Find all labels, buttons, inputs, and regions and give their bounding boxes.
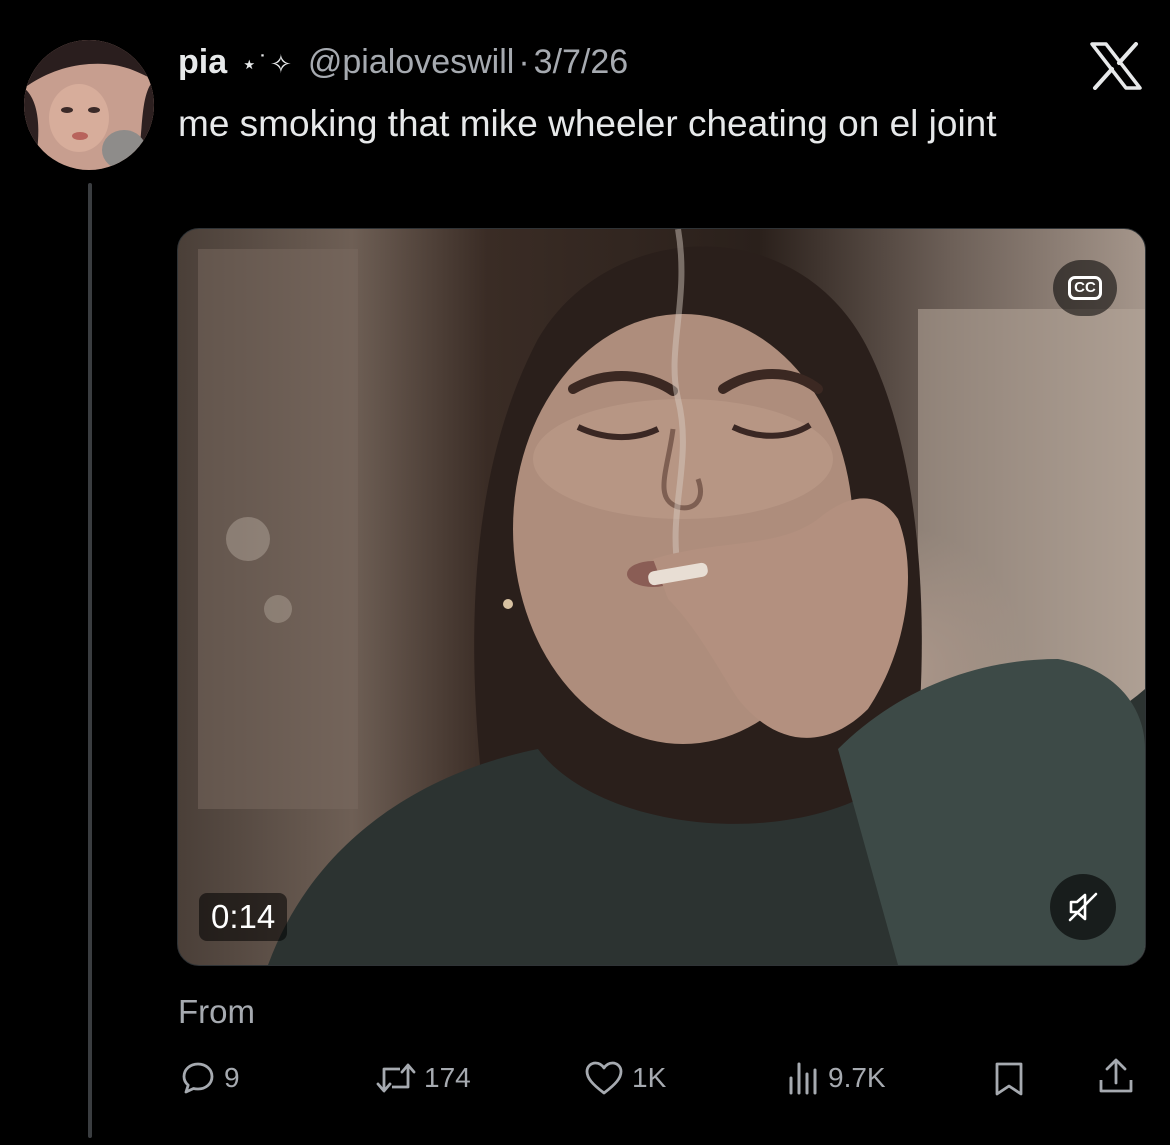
retweet-arrows-icon: [376, 1063, 416, 1093]
tweet-header: pia ⋆˙✧ @pialoveswill · 3/7/26: [178, 40, 628, 86]
closed-captions-icon: CC: [1068, 276, 1102, 300]
video-frame: [198, 229, 1145, 965]
reply-count: 9: [224, 1062, 240, 1093]
avatar[interactable]: [24, 40, 154, 170]
x-logo-icon: [1090, 42, 1142, 90]
bookmark-icon: [995, 1062, 1023, 1096]
retweet-button[interactable]: 174: [376, 1060, 471, 1096]
display-name[interactable]: pia: [178, 40, 227, 84]
share-button[interactable]: [1096, 1056, 1136, 1096]
like-button[interactable]: 1K: [584, 1060, 666, 1096]
avatar-image: [24, 40, 154, 170]
tweet-date[interactable]: 3/7/26: [534, 40, 629, 84]
share-upload-icon: [1099, 1058, 1133, 1093]
closed-captions-button[interactable]: CC: [1053, 260, 1117, 316]
speech-bubble-icon: [182, 1062, 214, 1094]
video-player[interactable]: [177, 228, 1146, 966]
from-attribution: From: [178, 993, 255, 1030]
like-count: 1K: [632, 1062, 667, 1093]
separator-dot: ·: [518, 43, 530, 81]
name-decoration: ⋆˙✧: [241, 49, 294, 79]
view-count: 9.7K: [828, 1062, 886, 1093]
reply-button[interactable]: 9: [180, 1060, 240, 1096]
bar-chart-icon: [789, 1062, 817, 1095]
video-duration-badge: 0:14: [199, 893, 288, 941]
speaker-muted-icon: [1068, 892, 1098, 922]
views-button[interactable]: 9.7K: [786, 1060, 886, 1096]
thread-line: [88, 183, 92, 1138]
heart-icon: [585, 1061, 623, 1095]
user-handle[interactable]: @pialoveswill: [308, 40, 514, 84]
retweet-count: 174: [424, 1062, 471, 1093]
tweet-text: me smoking that mike wheeler cheating on…: [178, 103, 997, 144]
mute-button[interactable]: [1050, 874, 1116, 940]
bookmark-button[interactable]: [992, 1060, 1026, 1098]
